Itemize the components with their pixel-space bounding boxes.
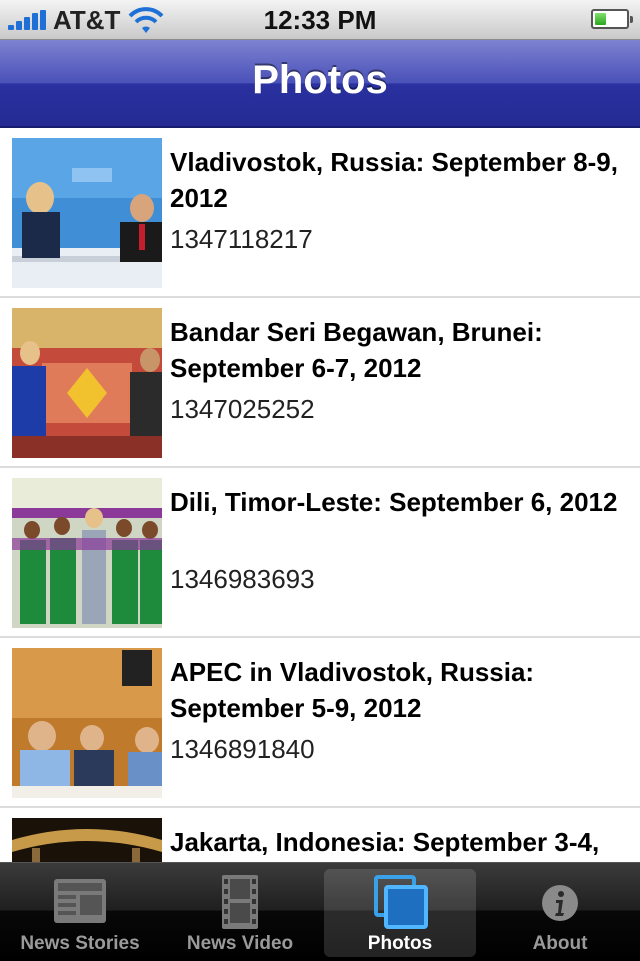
tab-label: News Video [186, 933, 294, 954]
photo-title: Dili, Timor-Leste: September 6, 2012 [170, 487, 618, 517]
photo-timestamp: 1347118217 [170, 224, 313, 254]
tab-label: News Stories [20, 933, 140, 954]
photo-title: Jakarta, Indonesia: September 3-4, 2012 [170, 827, 600, 857]
battery-icon [591, 9, 633, 29]
tab-news-stories[interactable]: News Stories [4, 869, 156, 957]
info-icon [530, 873, 590, 931]
newspaper-icon [50, 873, 110, 931]
photo-title: APEC in Vladivostok, Russia: September 5… [170, 657, 535, 723]
photo-title: Vladivostok, Russia: September 8-9, 2012 [170, 147, 618, 213]
status-bar: AT&T 12:33 PM [0, 0, 640, 40]
list-item[interactable]: Jakarta, Indonesia: September 3-4, 2012 [0, 808, 640, 862]
photo-thumbnail [12, 818, 162, 862]
photo-thumbnail [12, 478, 162, 628]
tab-label: About [532, 933, 588, 954]
photo-thumbnail [12, 308, 162, 458]
photo-timestamp: 1347025252 [170, 394, 315, 424]
list-item[interactable]: Dili, Timor-Leste: September 6, 2012 134… [0, 468, 640, 638]
tab-news-video[interactable]: News Video [164, 869, 316, 957]
page-title: Photos [252, 58, 388, 102]
tab-bar: News Stories News Video Photos About [0, 862, 640, 961]
photo-timestamp: 1346983693 [170, 564, 315, 594]
status-time: 12:33 PM [263, 5, 377, 35]
photo-gallery-list[interactable]: Vladivostok, Russia: September 8-9, 2012… [0, 128, 640, 862]
tab-label: Photos [367, 933, 433, 954]
photo-thumbnail [12, 138, 162, 288]
list-item[interactable]: APEC in Vladivostok, Russia: September 5… [0, 638, 640, 808]
photos-icon [370, 873, 430, 931]
tab-about[interactable]: About [484, 869, 636, 957]
photo-timestamp: 1346891840 [170, 734, 315, 764]
list-item[interactable]: Bandar Seri Begawan, Brunei: September 6… [0, 298, 640, 468]
film-strip-icon [210, 873, 270, 931]
photo-thumbnail [12, 648, 162, 798]
list-item[interactable]: Vladivostok, Russia: September 8-9, 2012… [0, 128, 640, 298]
photo-title: Bandar Seri Begawan, Brunei: September 6… [170, 317, 543, 383]
navigation-bar: Photos [0, 40, 640, 128]
tab-photos[interactable]: Photos [324, 869, 476, 957]
